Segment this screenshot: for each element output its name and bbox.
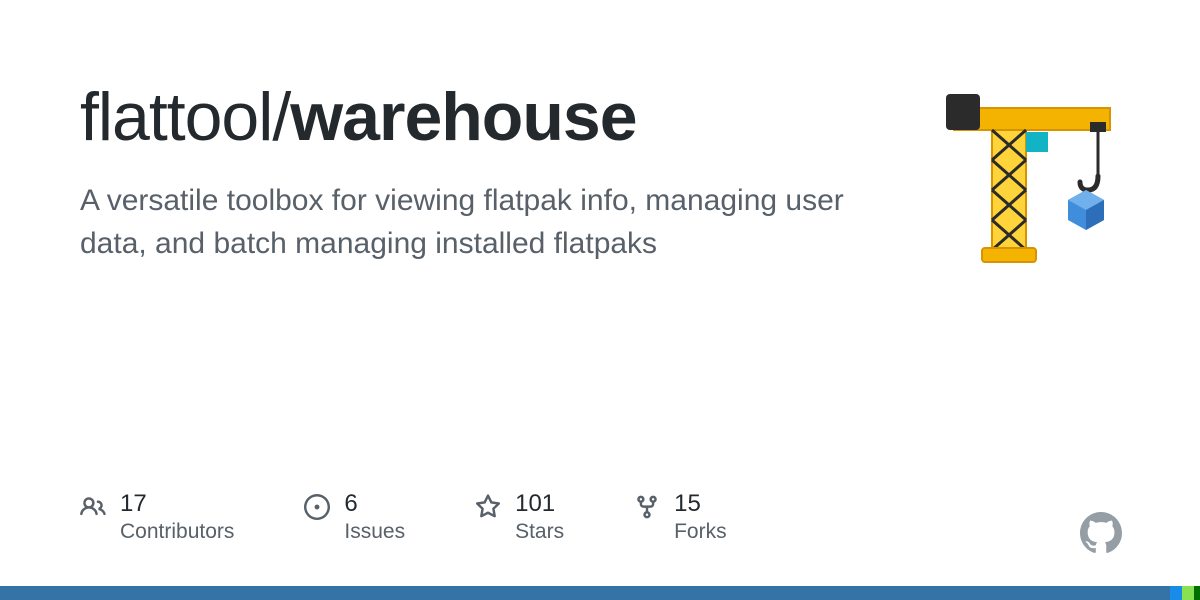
github-icon [1080,512,1122,554]
language-bar [0,586,1200,600]
star-icon [475,494,501,520]
contributors-count: 17 [120,490,234,518]
repo-description: A versatile toolbox for viewing flatpak … [80,179,860,266]
forks-count: 15 [674,490,727,518]
repo-title: flattool/warehouse [80,80,860,155]
issues-label: Issues [344,520,405,544]
language-segment [0,586,1170,600]
repo-name: warehouse [290,79,636,155]
issues-count: 6 [344,490,405,518]
stat-forks: 15 Forks [634,490,727,544]
language-segment [1194,586,1200,600]
stat-contributors: 17 Contributors [80,490,234,544]
fork-icon [634,494,660,520]
stat-stars: 101 Stars [475,490,564,544]
issue-icon [304,494,330,520]
stars-count: 101 [515,490,564,518]
language-segment [1170,586,1182,600]
stats-row: 17 Contributors 6 Issues 101 Stars 15 Fo… [80,490,727,544]
stat-issues: 6 Issues [304,490,405,544]
forks-label: Forks [674,520,727,544]
repo-avatar [940,88,1120,268]
people-icon [80,494,106,520]
language-segment [1182,586,1194,600]
stars-label: Stars [515,520,564,544]
repo-separator: / [272,79,290,155]
repo-owner: flattool [80,79,272,155]
contributors-label: Contributors [120,520,234,544]
